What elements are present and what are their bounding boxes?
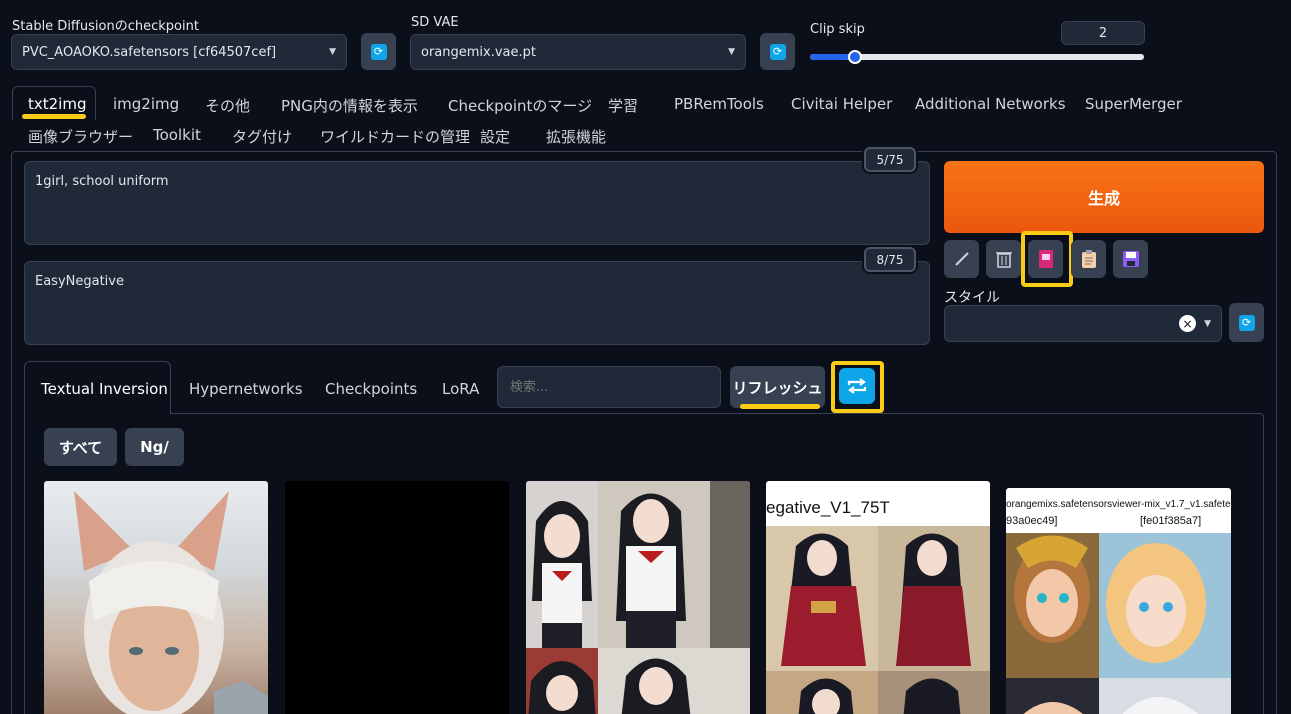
chevron-down-icon: ▼ [1204,318,1211,329]
trash-icon [995,252,1012,268]
tab-extras[interactable]: その他 [205,95,250,116]
vae-label: SD VAE [411,15,459,30]
card-thumbnail[interactable] [526,481,750,714]
highlight-box [831,361,884,413]
card-thumbnail[interactable] [285,481,509,714]
tab-tagging[interactable]: タグ付け [232,126,292,147]
extra-tab-lora[interactable]: LoRA [442,380,479,398]
highlight-box [1021,231,1073,287]
highlight-underline [740,404,820,409]
filter-all-button[interactable]: すべて [44,428,117,466]
highlight-underline [22,114,86,119]
tab-wildcards[interactable]: ワイルドカードの管理 [320,126,470,147]
floppy-disk-icon [1122,251,1139,267]
negative-prompt-input[interactable]: EasyNegative [24,261,930,345]
tab-civitai-helper[interactable]: Civitai Helper [791,95,892,113]
filter-ng-button[interactable]: Ng/ [125,428,184,466]
kimono-grid-image [766,526,990,714]
tab-toolkit[interactable]: Toolkit [153,126,201,144]
save-style-button[interactable] [1113,240,1148,278]
refresh-checkpoint-button[interactable]: ⟳ [361,33,396,70]
card-preview-line2a: 93a0ec49] [1006,515,1058,527]
refresh-icon: ⟳ [769,43,786,60]
read-params-button[interactable] [944,240,979,278]
checkpoint-label: Stable Diffusionのcheckpoint [12,19,199,34]
style-dropdown[interactable]: × ▼ [944,305,1222,342]
card-thumbnail[interactable]: orangemixs.safetensorsviewer-mix_v1.7_v1… [1006,488,1231,714]
arrow-diagonal-icon [954,252,969,266]
clip-skip-thumb[interactable] [848,50,863,64]
card-thumbnail[interactable]: egative_V1_75T [766,481,990,714]
refresh-vae-button[interactable]: ⟳ [760,33,795,70]
extra-tab-gap [25,412,170,415]
tab-settings[interactable]: 設定 [480,126,510,147]
positive-prompt-input[interactable]: 1girl, school uniform [24,161,930,245]
chevron-down-icon: ▼ [329,47,336,57]
chevron-down-icon: ▼ [728,47,735,57]
apply-style-button[interactable] [1071,240,1106,278]
refresh-networks-button[interactable]: リフレッシュ [730,366,825,408]
extra-tab-textual-inversion[interactable]: Textual Inversion [41,380,168,398]
clear-prompt-button[interactable] [986,240,1021,278]
card-thumbnail[interactable] [44,481,268,714]
checkpoint-dropdown[interactable]: PVC_AOAOKO.safetensors [cf64507cef] ▼ [11,34,347,70]
clip-skip-label: Clip skip [810,22,865,37]
extra-tab-checkpoints[interactable]: Checkpoints [325,380,417,398]
clip-skip-fill [810,54,851,60]
style-label: スタイル [944,290,1000,306]
checkpoint-value: PVC_AOAOKO.safetensors [cf64507cef] [22,44,277,60]
tab-png-info[interactable]: PNG内の情報を表示 [281,95,418,116]
card-preview-line1: orangemixs.safetensorsviewer-mix_v1.7_v1… [1006,499,1231,510]
portrait-image [74,491,268,714]
tab-pbremtools[interactable]: PBRemTools [674,95,764,113]
tab-image-browser[interactable]: 画像ブラウザー [28,126,133,147]
tab-train[interactable]: 学習 [608,95,638,116]
refresh-icon: ⟳ [370,43,387,60]
refresh-styles-button[interactable]: ⟳ [1229,303,1264,342]
vae-value: orangemix.vae.pt [421,44,536,60]
tab-checkpoint-merge[interactable]: Checkpointのマージ [448,95,592,116]
vae-dropdown[interactable]: orangemix.vae.pt ▼ [410,34,746,70]
search-input[interactable] [497,366,721,408]
anime-grid-image [526,481,750,714]
clear-icon[interactable]: × [1179,315,1197,332]
orangemix-grid-image [1006,533,1231,714]
extra-tab-hypernetworks[interactable]: Hypernetworks [189,380,303,398]
tab-supermerger[interactable]: SuperMerger [1085,95,1182,113]
negative-token-counter: 8/75 [864,247,916,272]
tab-extensions[interactable]: 拡張機能 [546,126,606,147]
card-preview-title: egative_V1_75T [766,498,890,517]
tab-additional-networks[interactable]: Additional Networks [915,95,1066,113]
clip-skip-number[interactable]: 2 [1061,21,1145,45]
generate-button[interactable]: 生成 [944,161,1264,233]
positive-token-counter: 5/75 [864,147,916,172]
refresh-icon: ⟳ [1238,314,1255,331]
card-preview-line2b: [fe01f385a7] [1140,515,1202,527]
tab-img2img[interactable]: img2img [113,95,179,113]
clipboard-icon [1081,250,1096,268]
tab-txt2img[interactable]: txt2img [28,95,86,113]
